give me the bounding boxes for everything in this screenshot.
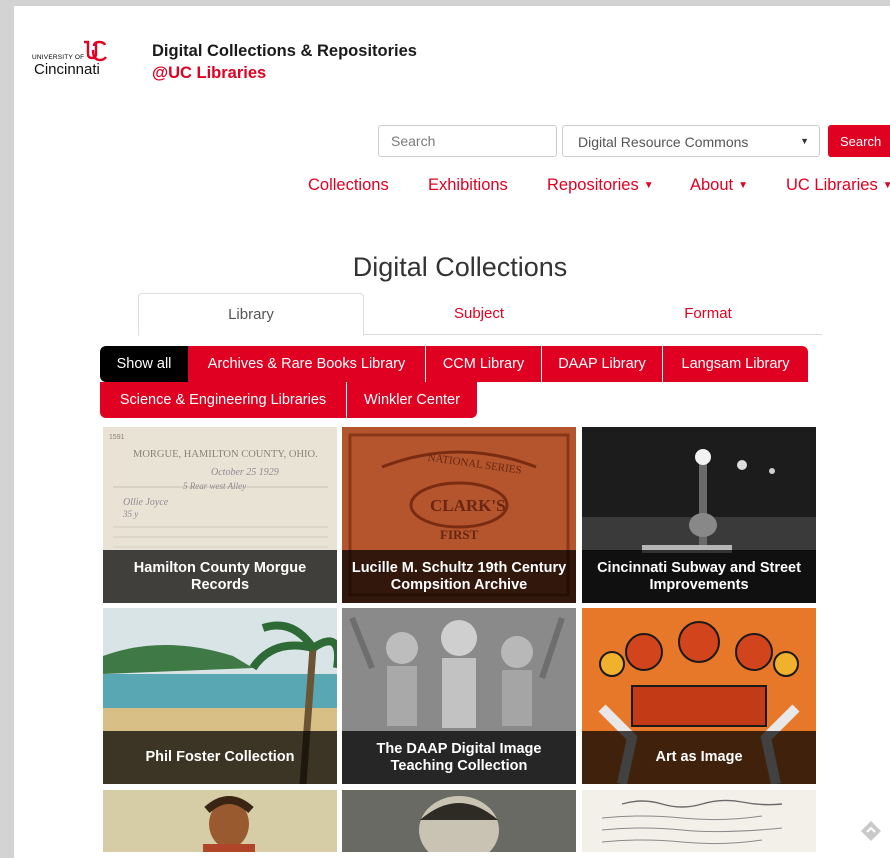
site-title[interactable]: Digital Collections & Repositories	[152, 42, 417, 61]
search-scope-value: Digital Resource Commons	[578, 134, 749, 150]
scroll-diamond-icon[interactable]	[860, 820, 882, 842]
page-title: Digital Collections	[352, 252, 568, 282]
collection-title: The DAAP Digital Image Teaching Collecti…	[342, 731, 576, 784]
filter-show-all[interactable]: Show all	[100, 346, 188, 382]
caret-down-icon: ▼	[643, 180, 654, 191]
nav-collections[interactable]: Collections	[308, 176, 389, 195]
nav-about[interactable]: About ▼	[690, 176, 748, 195]
collection-tile[interactable]	[103, 790, 337, 852]
filter-langsam-library[interactable]: Langsam Library	[662, 346, 808, 382]
collection-title: Lucille M. Schultz 19th Century Compsiti…	[342, 550, 576, 603]
collection-tile[interactable]: Cincinnati Subway and Street Improvement…	[582, 427, 816, 603]
handwritten-document-image	[582, 790, 816, 852]
collection-tile[interactable]: NATIONAL SERIES CLARK'S FIRST Lucille M.…	[342, 427, 576, 603]
svg-text:October 25 1929: October 25 1929	[211, 467, 279, 478]
page: UNIVERSITY OF Cincinnati Digital Collect…	[14, 6, 890, 858]
nav-exhibitions[interactable]: Exhibitions	[428, 176, 508, 195]
filter-ccm-library[interactable]: CCM Library	[425, 346, 541, 382]
chevron-down-icon: ▼	[800, 136, 809, 146]
collection-title: Phil Foster Collection	[103, 731, 337, 784]
uc-logo[interactable]: UNIVERSITY OF Cincinnati	[32, 40, 122, 86]
nav-uc-libraries-label: UC Libraries	[786, 176, 878, 194]
filter-winkler-center[interactable]: Winkler Center	[346, 382, 477, 418]
search-input[interactable]	[378, 125, 557, 157]
logo-university-text: UNIVERSITY OF	[32, 54, 85, 61]
portrait-illustration-image	[103, 790, 337, 852]
filter-archives-rare-books[interactable]: Archives & Rare Books Library	[188, 346, 425, 382]
vintage-photo-image	[342, 790, 576, 852]
main-nav: Collections Exhibitions Repositories ▼ Ab…	[14, 176, 890, 200]
filter-science-engineering[interactable]: Science & Engineering Libraries	[100, 382, 346, 418]
nav-about-label: About	[690, 176, 734, 194]
nav-collections-label: Collections	[308, 176, 389, 194]
search-button[interactable]: Search	[828, 125, 890, 157]
uc-mark-icon	[84, 40, 107, 62]
nav-exhibitions-label: Exhibitions	[428, 176, 508, 194]
collection-tile[interactable]	[582, 790, 816, 852]
svg-text:1591: 1591	[109, 434, 125, 441]
nav-repositories[interactable]: Repositories ▼	[547, 176, 654, 195]
collection-tile[interactable]: Art as Image	[582, 608, 816, 784]
collection-tile[interactable]: The DAAP Digital Image Teaching Collecti…	[342, 608, 576, 784]
collection-title: Art as Image	[582, 731, 816, 784]
svg-text:35 y: 35 y	[122, 509, 138, 519]
tab-format[interactable]: Format	[594, 293, 822, 335]
collection-tile[interactable]	[342, 790, 576, 852]
nav-uc-libraries[interactable]: UC Libraries ▼	[786, 176, 890, 195]
svg-text:FIRST: FIRST	[440, 527, 479, 542]
site-subtitle[interactable]: @UC Libraries	[152, 64, 266, 83]
search-scope-select[interactable]: Digital Resource Commons ▼	[562, 125, 820, 157]
collection-tile[interactable]: MORGUE, HAMILTON COUNTY, OHIO. October 2…	[103, 427, 337, 603]
logo-cincinnati-text: Cincinnati	[34, 61, 100, 78]
tab-subject[interactable]: Subject	[366, 293, 592, 335]
tab-library[interactable]: Library	[138, 293, 364, 336]
svg-text:MORGUE, HAMILTON COUNTY, OHIO.: MORGUE, HAMILTON COUNTY, OHIO.	[133, 449, 318, 460]
svg-text:5 Rear west Alley: 5 Rear west Alley	[183, 481, 246, 491]
collection-title: Cincinnati Subway and Street Improvement…	[582, 550, 816, 603]
nav-repositories-label: Repositories	[547, 176, 639, 194]
svg-text:Ollie Joyce: Ollie Joyce	[123, 497, 169, 508]
collection-tabs: Library Subject Format	[138, 293, 822, 336]
filter-daap-library[interactable]: DAAP Library	[541, 346, 662, 382]
collection-title: Hamilton County Morgue Records	[103, 550, 337, 603]
caret-down-icon: ▼	[738, 180, 749, 191]
svg-text:CLARK'S: CLARK'S	[430, 496, 506, 515]
caret-down-icon: ▼	[882, 180, 890, 191]
collection-tile[interactable]: Phil Foster Collection	[103, 608, 337, 784]
